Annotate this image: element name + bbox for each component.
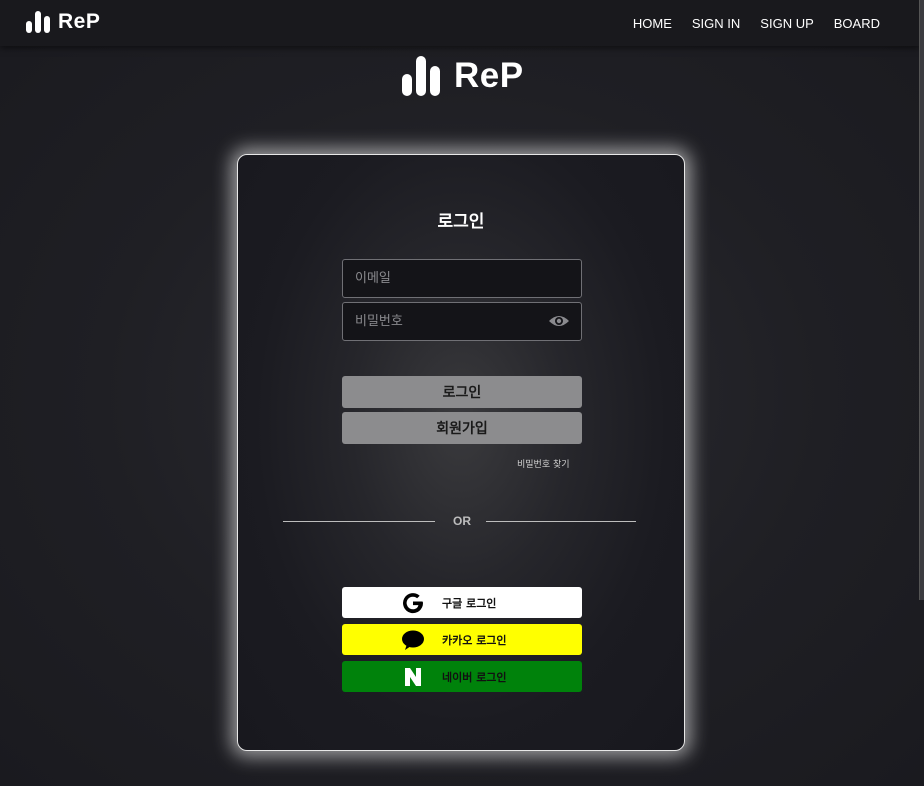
find-password-link[interactable]: 비밀번호 찾기 [517, 457, 570, 470]
nav-links: HOME SIGN IN SIGN UP BOARD [633, 0, 880, 46]
naver-icon [400, 664, 426, 690]
kakao-chat-icon [400, 627, 426, 653]
login-button[interactable]: 로그인 [342, 376, 582, 408]
divider-right [486, 521, 636, 522]
nav-board-link[interactable]: BOARD [834, 16, 880, 31]
hero-brand: ReP [454, 56, 524, 95]
google-login-button[interactable]: 구글 로그인 [342, 587, 582, 618]
kakao-login-label: 카카오 로그인 [442, 634, 507, 647]
nav-home-link[interactable]: HOME [633, 16, 672, 31]
scrollbar[interactable] [919, 0, 924, 600]
nav-signup-link[interactable]: SIGN UP [760, 16, 813, 31]
password-input[interactable] [342, 302, 582, 341]
nav-logo[interactable]: ReP [26, 10, 100, 34]
naver-login-button[interactable]: 네이버 로그인 [342, 661, 582, 692]
top-navbar: ReP HOME SIGN IN SIGN UP BOARD [0, 0, 920, 46]
or-divider-text: OR [453, 514, 471, 528]
hero-logo: ReP [402, 56, 524, 96]
nav-signin-link[interactable]: SIGN IN [692, 16, 740, 31]
email-input[interactable] [342, 259, 582, 298]
login-title: 로그인 [437, 212, 485, 232]
logo-bars-icon [402, 56, 440, 96]
google-login-label: 구글 로그인 [442, 597, 497, 610]
nav-brand: ReP [58, 10, 101, 33]
naver-login-label: 네이버 로그인 [442, 671, 507, 684]
google-icon [400, 590, 426, 616]
divider-left [283, 521, 435, 522]
eye-icon[interactable] [548, 313, 570, 329]
logo-bars-icon [26, 11, 50, 33]
signup-button[interactable]: 회원가입 [342, 412, 582, 444]
login-card: 로그인 로그인 회원가입 비밀번호 찾기 OR 구글 로그인 카카오 로그인 [237, 154, 685, 751]
kakao-login-button[interactable]: 카카오 로그인 [342, 624, 582, 655]
